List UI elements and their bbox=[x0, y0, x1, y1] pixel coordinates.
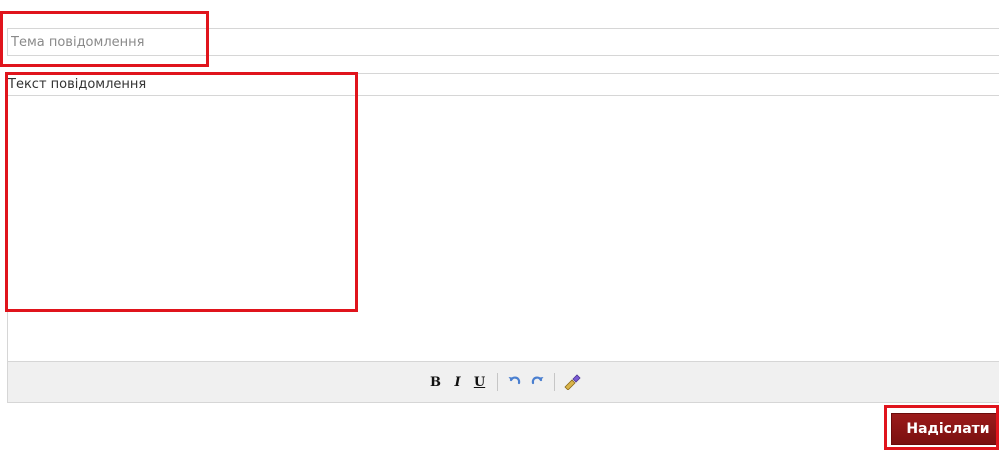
underline-button[interactable]: U bbox=[470, 372, 490, 392]
undo-icon[interactable] bbox=[505, 372, 525, 392]
send-button[interactable]: Надіслати bbox=[891, 413, 999, 445]
toolbar-separator bbox=[496, 373, 498, 391]
subject-field[interactable] bbox=[7, 28, 999, 56]
editor-toolbar: B I U bbox=[8, 361, 999, 402]
message-textarea[interactable] bbox=[8, 96, 999, 361]
toolbar-separator bbox=[553, 373, 555, 391]
message-label: Текст повідомлення bbox=[8, 74, 999, 96]
message-editor: Текст повідомлення B I U bbox=[7, 73, 999, 403]
redo-icon[interactable] bbox=[527, 372, 547, 392]
clear-format-icon[interactable] bbox=[562, 372, 582, 392]
italic-button[interactable]: I bbox=[448, 372, 468, 392]
subject-input[interactable] bbox=[8, 29, 999, 55]
bold-button[interactable]: B bbox=[426, 372, 446, 392]
